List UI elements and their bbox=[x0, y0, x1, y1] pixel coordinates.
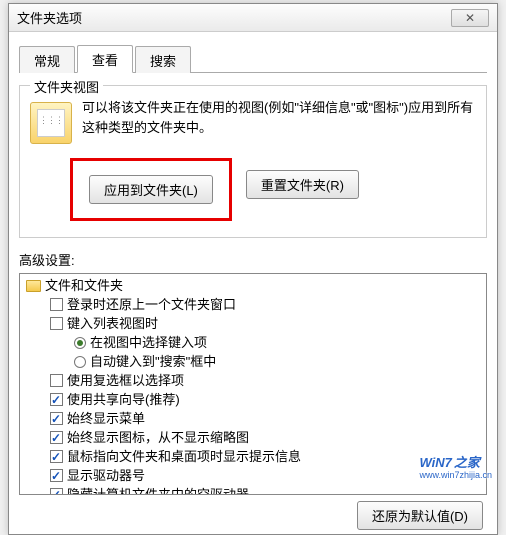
checkbox-icon[interactable] bbox=[50, 317, 63, 330]
checkbox-icon[interactable] bbox=[50, 450, 63, 463]
tree-item[interactable]: 登录时还原上一个文件夹窗口 bbox=[50, 295, 482, 314]
advanced-label: 高级设置: bbox=[19, 250, 487, 269]
checkbox-icon[interactable] bbox=[50, 393, 63, 406]
tree-item[interactable]: 自动键入到"搜索"框中 bbox=[74, 352, 482, 371]
tree-item-label: 鼠标指向文件夹和桌面项时显示提示信息 bbox=[67, 447, 301, 466]
tree-item[interactable]: 始终显示图标，从不显示缩略图 bbox=[50, 428, 482, 447]
folder-options-dialog: 文件夹选项 ✕ 常规 查看 搜索 文件夹视图 可以将该文件夹正在使用的视图(例如… bbox=[8, 3, 498, 535]
checkbox-icon[interactable] bbox=[50, 469, 63, 482]
folderview-group: 文件夹视图 可以将该文件夹正在使用的视图(例如"详细信息"或"图标")应用到所有… bbox=[19, 85, 487, 238]
folderview-desc: 可以将该文件夹正在使用的视图(例如"详细信息"或"图标")应用到所有这种类型的文… bbox=[82, 98, 476, 137]
tree-item-label: 使用复选框以选择项 bbox=[67, 371, 184, 390]
dialog-title: 文件夹选项 bbox=[17, 8, 451, 27]
tree-item[interactable]: 键入列表视图时 bbox=[50, 314, 482, 333]
settings-tree: 文件和文件夹登录时还原上一个文件夹窗口键入列表视图时在视图中选择键入项自动键入到… bbox=[26, 276, 482, 495]
tree-root-label: 文件和文件夹 bbox=[45, 276, 123, 295]
close-button[interactable]: ✕ bbox=[451, 9, 489, 27]
tree-item[interactable]: 在视图中选择键入项 bbox=[74, 333, 482, 352]
tree-item[interactable]: 显示驱动器号 bbox=[50, 466, 482, 485]
tab-search[interactable]: 搜索 bbox=[135, 46, 191, 73]
folder-icon bbox=[26, 280, 41, 292]
checkbox-icon[interactable] bbox=[50, 488, 63, 495]
folderview-label: 文件夹视图 bbox=[30, 77, 103, 96]
tab-strip: 常规 查看 搜索 bbox=[19, 44, 487, 73]
checkbox-icon[interactable] bbox=[50, 412, 63, 425]
reset-folders-button[interactable]: 重置文件夹(R) bbox=[246, 170, 359, 199]
tree-item-label: 始终显示菜单 bbox=[67, 409, 145, 428]
tree-item[interactable]: 隐藏计算机文件夹中的空驱动器 bbox=[50, 485, 482, 495]
dialog-body: 常规 查看 搜索 文件夹视图 可以将该文件夹正在使用的视图(例如"详细信息"或"… bbox=[9, 32, 497, 534]
tree-item-label: 自动键入到"搜索"框中 bbox=[90, 352, 216, 371]
restore-defaults-button[interactable]: 还原为默认值(D) bbox=[357, 501, 483, 530]
tree-item-label: 使用共享向导(推荐) bbox=[67, 390, 180, 409]
tree-item-label: 键入列表视图时 bbox=[67, 314, 158, 333]
radio-icon[interactable] bbox=[74, 356, 86, 368]
advanced-settings-panel[interactable]: 文件和文件夹登录时还原上一个文件夹窗口键入列表视图时在视图中选择键入项自动键入到… bbox=[19, 273, 487, 495]
tree-item-label: 登录时还原上一个文件夹窗口 bbox=[67, 295, 236, 314]
tree-item[interactable]: 使用复选框以选择项 bbox=[50, 371, 482, 390]
titlebar: 文件夹选项 ✕ bbox=[9, 4, 497, 32]
tree-item[interactable]: 始终显示菜单 bbox=[50, 409, 482, 428]
radio-icon[interactable] bbox=[74, 337, 86, 349]
tree-item-label: 隐藏计算机文件夹中的空驱动器 bbox=[67, 485, 249, 495]
tree-item[interactable]: 鼠标指向文件夹和桌面项时显示提示信息 bbox=[50, 447, 482, 466]
folder-view-icon bbox=[30, 102, 72, 144]
tab-view[interactable]: 查看 bbox=[77, 45, 133, 73]
checkbox-icon[interactable] bbox=[50, 298, 63, 311]
checkbox-icon[interactable] bbox=[50, 431, 63, 444]
tab-general[interactable]: 常规 bbox=[19, 46, 75, 73]
tree-item-label: 始终显示图标，从不显示缩略图 bbox=[67, 428, 249, 447]
tree-item-label: 显示驱动器号 bbox=[67, 466, 145, 485]
tree-root-item: 文件和文件夹 bbox=[26, 276, 482, 295]
tree-item-label: 在视图中选择键入项 bbox=[90, 333, 207, 352]
highlight-box: 应用到文件夹(L) bbox=[70, 158, 232, 221]
apply-to-folders-button[interactable]: 应用到文件夹(L) bbox=[89, 175, 213, 204]
tree-item[interactable]: 使用共享向导(推荐) bbox=[50, 390, 482, 409]
checkbox-icon[interactable] bbox=[50, 374, 63, 387]
